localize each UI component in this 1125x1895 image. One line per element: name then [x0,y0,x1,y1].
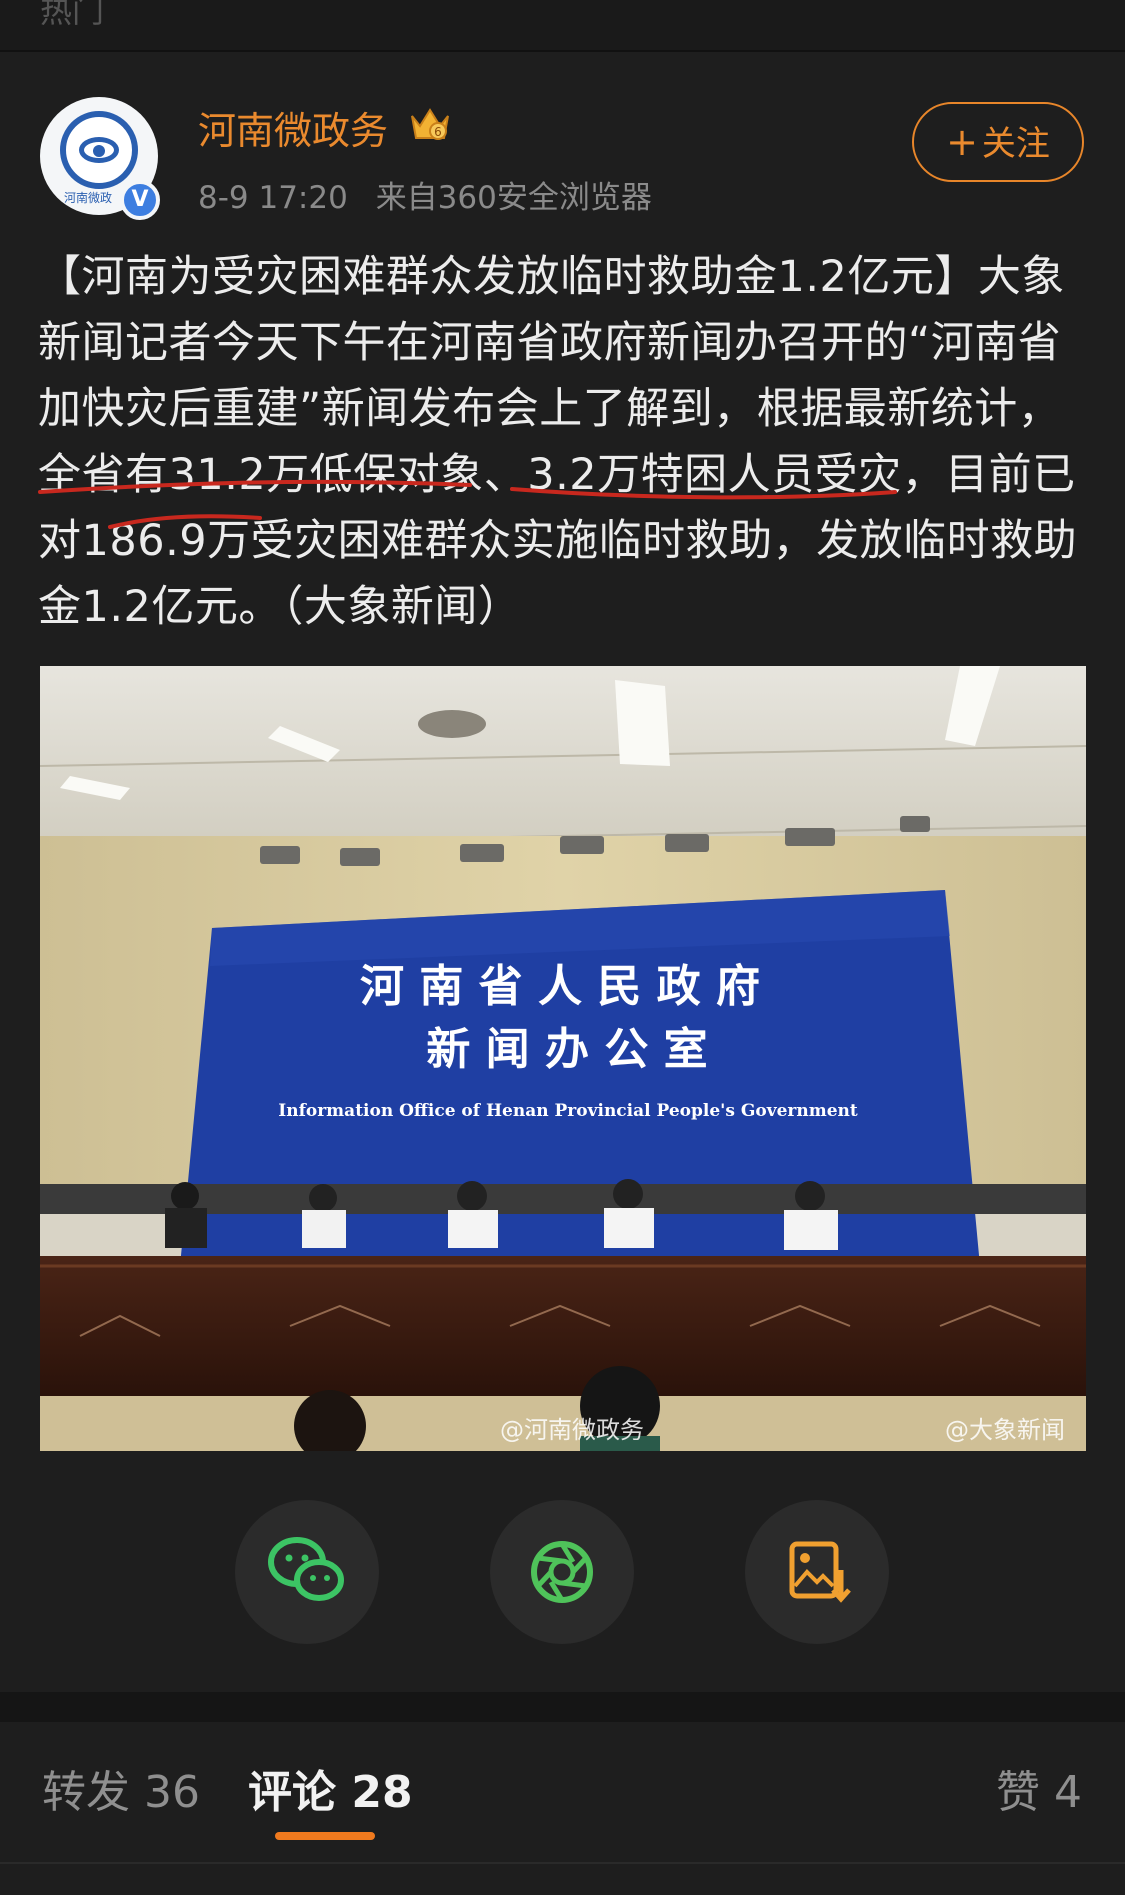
post-time: 8-9 17:20 [198,180,348,216]
post-meta: 8-9 17:20 来自360安全浏览器 [198,172,670,217]
watermark-right: @大象新闻 [945,1416,1065,1444]
tab-comment[interactable]: 评论 28 [248,1756,413,1820]
post-source: 来自360安全浏览器 [375,180,652,216]
bottom-divider [0,1862,1125,1864]
watermark-left: @河南微政务 [500,1416,644,1444]
follow-label: 关注 [981,124,1050,164]
backdrop-title-en: Information Office of Henan Provincial P… [278,1101,858,1121]
press-conference-photo: 河 南 省 人 民 政 府 新 闻 办 公 室 Information Offi… [40,666,1086,1451]
svg-text:6: 6 [434,125,442,139]
author-name[interactable]: 河南微政务 [198,100,388,155]
save-image-button[interactable] [745,1500,889,1644]
follow-button[interactable]: + 关注 [912,102,1084,182]
backdrop-title-2: 新 闻 办 公 室 [426,1024,707,1075]
section-label: 热门 [40,0,105,30]
avatar-label: 河南微政 [64,191,113,205]
tab-like-label: 赞 [996,1767,1040,1818]
active-tab-indicator [275,1832,375,1840]
post-tabs: 转发 36 评论 28 赞 4 [0,1722,1125,1862]
section-divider [0,1692,1125,1722]
tab-comment-count: 28 [351,1767,413,1818]
share-row [0,1500,1125,1650]
plus-icon: + [946,120,978,164]
post-image[interactable]: 河 南 省 人 民 政 府 新 闻 办 公 室 Information Offi… [40,666,1086,1451]
avatar-logo [60,111,138,189]
vip-crown-icon: 6 [411,108,449,140]
pupil [93,145,105,157]
top-strip: 热门 [0,0,1125,52]
tab-repost-count: 36 [144,1767,200,1818]
wechat-icon [268,1537,344,1601]
share-moments-button[interactable] [490,1500,634,1644]
save-image-icon [789,1541,851,1603]
tab-repost-label: 转发 [42,1767,130,1818]
tab-like-count: 4 [1054,1767,1082,1818]
post-body: 【河南为受灾困难群众发放临时救助金1.2亿元】大象新闻记者今天下午在河南省政府新… [38,252,1078,632]
tab-repost[interactable]: 转发 36 [42,1756,200,1820]
moments-icon [531,1541,593,1603]
verified-badge-icon: V [120,180,160,220]
backdrop-title-1: 河 南 省 人 民 政 府 [360,961,760,1012]
tab-like[interactable]: 赞 4 [996,1756,1082,1820]
tab-comment-label: 评论 [248,1767,336,1818]
share-wechat-button[interactable] [235,1500,379,1644]
weibo-post: 河南微政 V 河南微政务 6 8-9 17:20 来自360安全浏览器 + 关注 … [0,52,1125,1692]
